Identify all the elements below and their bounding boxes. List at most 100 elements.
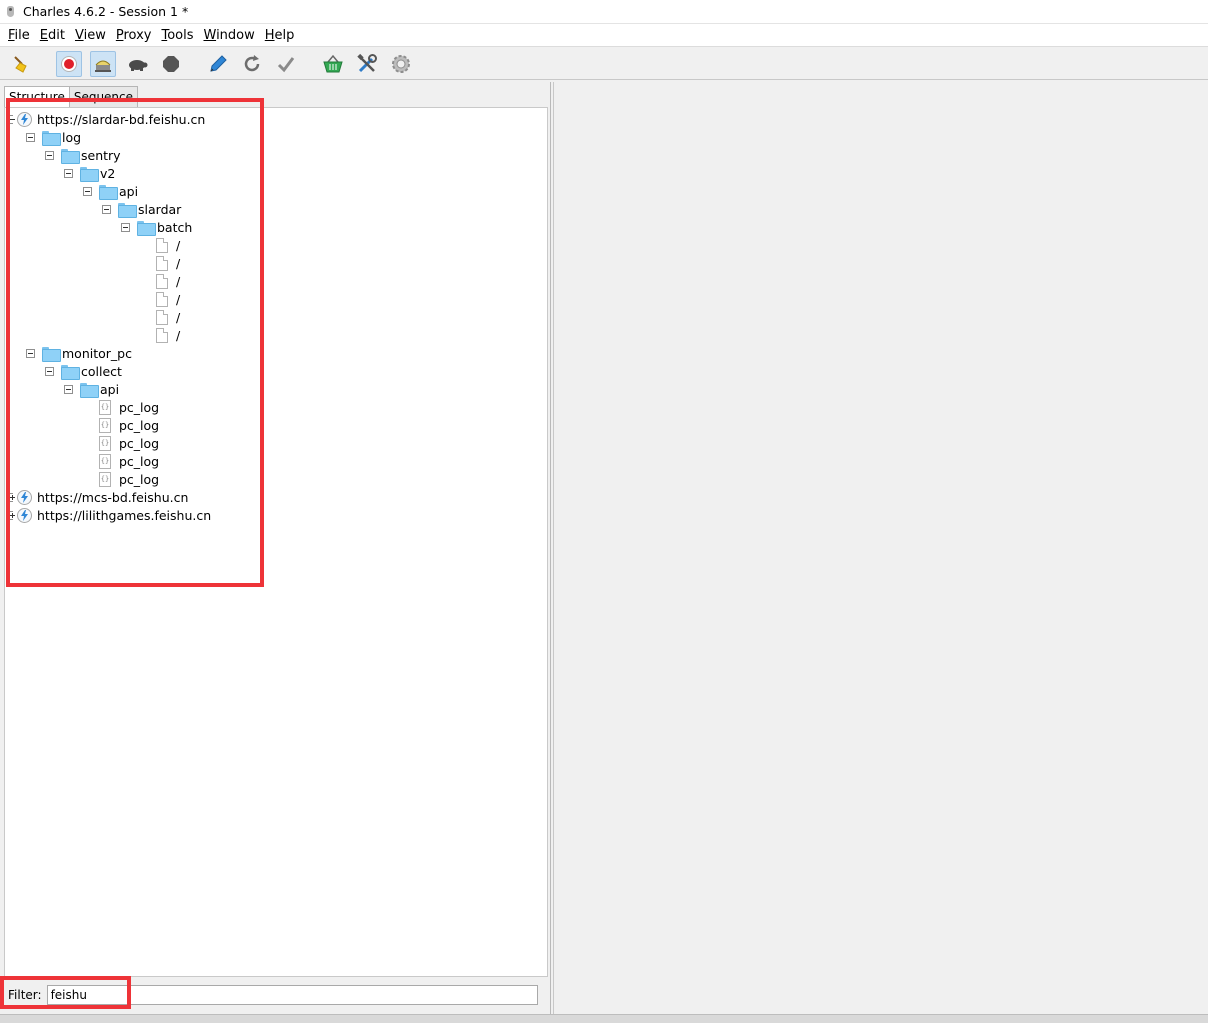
tree-node-label: / xyxy=(176,273,181,289)
tree-node-request[interactable]: / xyxy=(156,272,180,290)
tree-node-host[interactable]: https://slardar-bd.feishu.cn xyxy=(8,110,205,128)
collapse-toggle-icon[interactable] xyxy=(45,150,54,160)
tree-node-folder[interactable]: sentry xyxy=(45,146,121,164)
refresh-icon[interactable] xyxy=(239,51,265,77)
record-icon[interactable] xyxy=(56,51,82,77)
filter-input[interactable] xyxy=(46,985,538,1005)
menu-view[interactable]: View xyxy=(71,28,110,43)
tree-node-request[interactable]: {} pc_log xyxy=(99,452,159,470)
expand-toggle-icon[interactable] xyxy=(8,492,15,502)
tree-node-label: api xyxy=(100,381,120,397)
folder-icon xyxy=(80,382,99,398)
collapse-toggle-icon[interactable] xyxy=(83,186,92,196)
collapse-toggle-icon[interactable] xyxy=(64,168,73,178)
menu-help[interactable]: Help xyxy=(261,28,299,43)
folder-icon xyxy=(42,130,61,146)
charles-app-icon xyxy=(4,5,17,19)
tree-node-request[interactable]: {} pc_log xyxy=(99,470,159,488)
tab-structure[interactable]: Structure xyxy=(4,86,70,108)
file-icon xyxy=(156,309,168,325)
tree-node-host[interactable]: https://mcs-bd.feishu.cn xyxy=(8,488,188,506)
tree-node-folder[interactable]: api xyxy=(64,380,119,398)
folder-icon xyxy=(42,346,61,362)
tree-node-request[interactable]: {} pc_log xyxy=(99,416,159,434)
collapse-toggle-icon[interactable] xyxy=(121,222,130,232)
collapse-toggle-icon[interactable] xyxy=(26,348,35,358)
expand-toggle-icon[interactable] xyxy=(8,114,15,124)
folder-icon xyxy=(61,364,80,380)
tree-node-label: v2 xyxy=(100,165,116,181)
tree-node-request[interactable]: / xyxy=(156,290,180,308)
status-bar xyxy=(0,1014,1208,1023)
tree-node-label: / xyxy=(176,309,181,325)
menu-file[interactable]: File xyxy=(4,28,34,43)
filter-bar: Filter: xyxy=(4,984,538,1006)
tree-node-host[interactable]: https://lilithgames.feishu.cn xyxy=(8,506,211,524)
collapse-toggle-icon[interactable] xyxy=(26,132,35,142)
tree-node-folder[interactable]: v2 xyxy=(64,164,115,182)
tree-node-label: / xyxy=(176,327,181,343)
tree-node-label: pc_log xyxy=(119,399,160,415)
folder-icon xyxy=(61,148,80,164)
pen-icon[interactable] xyxy=(205,51,231,77)
structure-panel: Structure Sequence https://slardar-bd.fe… xyxy=(0,82,551,1014)
tree-node-folder[interactable]: monitor_pc xyxy=(26,344,132,362)
tab-sequence[interactable]: Sequence xyxy=(68,86,139,108)
basket-icon[interactable] xyxy=(320,51,346,77)
menu-window[interactable]: Window xyxy=(199,28,258,43)
menu-proxy[interactable]: Proxy xyxy=(112,28,156,43)
lightning-host-icon xyxy=(17,111,32,127)
view-tabs: Structure Sequence xyxy=(4,86,139,108)
file-icon xyxy=(156,273,168,289)
tree-node-request[interactable]: / xyxy=(156,236,180,254)
filter-label: Filter: xyxy=(8,988,42,1002)
tree-node-label: / xyxy=(176,291,181,307)
toolbar xyxy=(0,46,1208,80)
lightning-host-icon xyxy=(17,489,32,505)
tree-node-folder[interactable]: slardar xyxy=(102,200,181,218)
tree-node-request[interactable]: / xyxy=(156,254,180,272)
detail-panel xyxy=(553,82,1208,1014)
tree-node-label: pc_log xyxy=(119,471,160,487)
json-file-icon: {} xyxy=(99,399,111,415)
tree-node-folder[interactable]: api xyxy=(83,182,138,200)
tree-node-request[interactable]: / xyxy=(156,308,180,326)
turtle-icon[interactable] xyxy=(124,51,150,77)
collapse-toggle-icon[interactable] xyxy=(102,204,111,214)
collapse-toggle-icon[interactable] xyxy=(64,384,73,394)
stop-icon[interactable] xyxy=(158,51,184,77)
folder-icon xyxy=(118,202,137,218)
folder-icon xyxy=(99,184,118,200)
tree-node-request[interactable]: / xyxy=(156,326,180,344)
menu-edit[interactable]: Edit xyxy=(36,28,69,43)
throttle-icon[interactable] xyxy=(90,51,116,77)
tree-node-label: pc_log xyxy=(119,435,160,451)
tree-node-request[interactable]: {} pc_log xyxy=(99,398,159,416)
tree-node-label: collect xyxy=(81,363,122,379)
tree-node-label: pc_log xyxy=(119,417,160,433)
json-file-icon: {} xyxy=(99,471,111,487)
tree-node-folder[interactable]: log xyxy=(26,128,81,146)
tree-node-label: slardar xyxy=(138,201,182,217)
collapse-toggle-icon[interactable] xyxy=(45,366,54,376)
settings-icon[interactable] xyxy=(388,51,414,77)
structure-tree: https://slardar-bd.feishu.cn log sentry … xyxy=(4,107,548,977)
menu-tools[interactable]: Tools xyxy=(157,28,197,43)
tree-node-label: https://mcs-bd.feishu.cn xyxy=(37,489,189,505)
expand-toggle-icon[interactable] xyxy=(8,510,15,520)
tree-node-label: https://lilithgames.feishu.cn xyxy=(37,507,212,523)
lightning-host-icon xyxy=(17,507,32,523)
folder-icon xyxy=(137,220,156,236)
folder-icon xyxy=(80,166,99,182)
file-icon xyxy=(156,327,168,343)
tree-node-request[interactable]: {} pc_log xyxy=(99,434,159,452)
tree-node-folder[interactable]: batch xyxy=(121,218,192,236)
window-title: Charles 4.6.2 - Session 1 * xyxy=(23,4,189,19)
tools-icon[interactable] xyxy=(354,51,380,77)
broom-icon[interactable] xyxy=(8,51,34,77)
tree-node-folder[interactable]: collect xyxy=(45,362,122,380)
json-file-icon: {} xyxy=(99,435,111,451)
tree-node-label: https://slardar-bd.feishu.cn xyxy=(37,111,206,127)
check-icon[interactable] xyxy=(273,51,299,77)
json-file-icon: {} xyxy=(99,453,111,469)
